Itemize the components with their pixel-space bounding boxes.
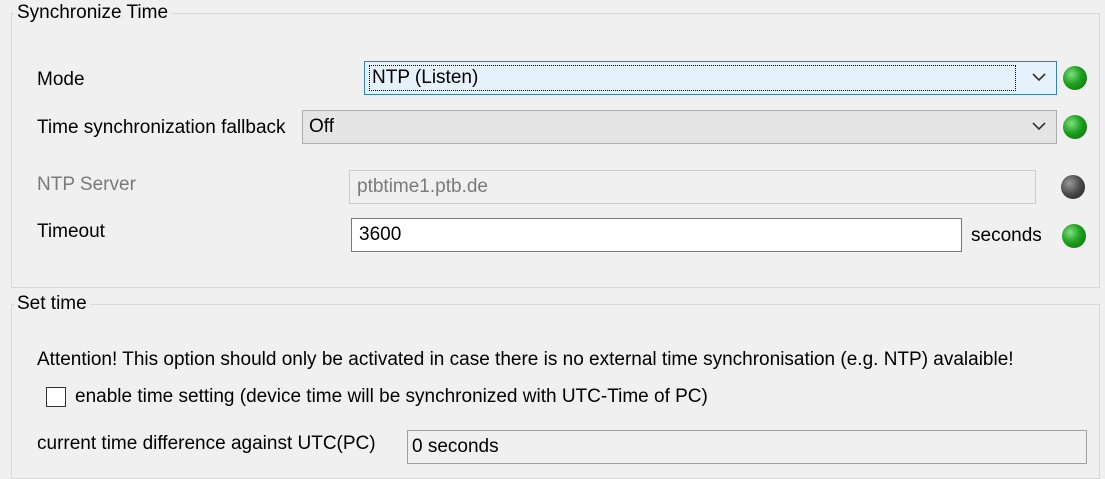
time-difference-label: current time difference against UTC(PC) [37,433,376,454]
ntp-server-label: NTP Server [37,174,136,195]
timeout-status-led-icon [1062,224,1086,248]
mode-dropdown[interactable]: NTP (Listen) [364,61,1057,95]
ntp-server-field: ptbtime1.ptb.de [349,170,1036,204]
chevron-down-icon [1032,73,1046,82]
ntp-server-value: ptbtime1.ptb.de [357,176,488,197]
synchronize-time-title: Synchronize Time [14,1,172,25]
ntp-server-status-led-icon [1061,175,1085,199]
fallback-status-led-icon [1063,115,1087,139]
set-time-title: Set time [14,292,90,316]
enable-time-setting-label[interactable]: enable time setting (device time will be… [75,385,708,409]
enable-time-setting-checkbox[interactable] [46,387,66,407]
mode-dropdown-value: NTP (Listen) [369,65,1016,91]
fallback-label: Time synchronization fallback [37,117,286,138]
timeout-input[interactable]: 3600 [351,218,962,252]
timeout-label: Timeout [37,221,105,242]
mode-label: Mode [37,69,85,90]
timeout-value: 3600 [359,224,402,245]
attention-text: Attention! This option should only be ac… [37,349,1014,370]
chevron-down-icon [1032,122,1046,131]
timeout-unit-label: seconds [971,225,1042,246]
time-difference-value: 0 seconds [412,436,499,457]
fallback-dropdown[interactable]: Off [302,110,1057,144]
mode-status-led-icon [1063,66,1087,90]
time-difference-field: 0 seconds [407,430,1087,464]
fallback-dropdown-value: Off [309,116,334,137]
